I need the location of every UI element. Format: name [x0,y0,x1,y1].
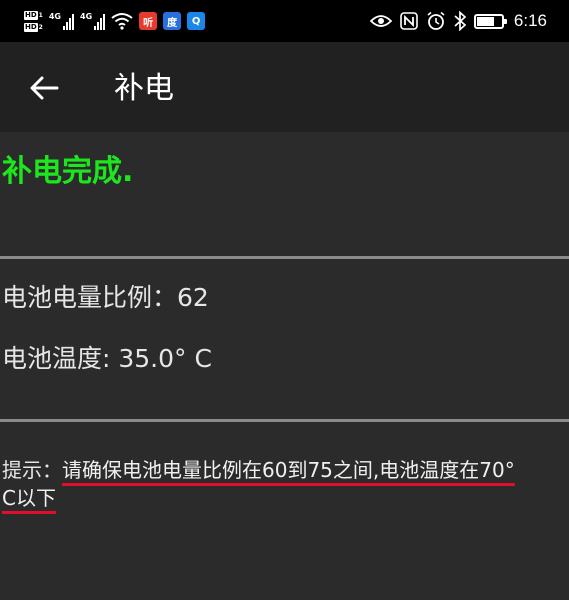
charge-status-message: 补电完成. [2,154,134,189]
bluetooth-icon [454,11,466,31]
back-button[interactable] [22,66,66,110]
battery-temperature-text: 电池温度: 35.0° C [2,344,212,373]
status-bar-left: HD 1 HD 2 4G 4G 听 度 Q [24,6,206,36]
alarm-icon [426,11,446,31]
battery-level-text: 电池电量比例：62 [2,283,209,312]
music-app-icon: 听 [139,12,158,30]
hint-message-line2: C以下 [2,486,56,510]
sim-indicators: HD 1 HD 2 [24,10,43,33]
screen: HD 1 HD 2 4G 4G 听 度 Q 6:16 补电 补电完成. 电池电量… [0,0,569,600]
divider-bottom [0,419,569,422]
network-type-1: 4G [48,12,61,21]
nfc-icon [400,12,418,30]
browser-app-icon: Q [187,12,206,30]
wifi-icon [111,12,133,30]
divider-top [0,256,569,259]
eye-comfort-icon [369,14,392,28]
battery-fill [476,16,494,26]
arrow-left-icon [30,76,59,100]
hint-text: 提示：请确保电池电量比例在60到75之间,电池温度在70° C以下 [2,456,564,512]
baidu-app-icon: 度 [163,12,182,30]
page-title: 补电 [114,71,174,106]
network-type-2: 4G [80,12,93,21]
status-bar: HD 1 HD 2 4G 4G 听 度 Q 6:16 [0,0,569,42]
sim2-hd-badge: HD 2 [24,22,43,32]
status-bar-right: 6:16 [369,6,547,36]
hint-message-line1: 请确保电池电量比例在60到75之间,电池温度在70° [62,458,515,482]
sim1-hd-badge: HD 1 [24,10,43,20]
signal-strength-1-icon: 4G [49,12,74,30]
battery-icon [473,13,507,29]
app-toolbar: 补电 [0,42,569,132]
signal-strength-2-icon: 4G [80,12,106,30]
hint-label: 提示： [2,458,62,482]
clock: 6:16 [513,11,547,30]
